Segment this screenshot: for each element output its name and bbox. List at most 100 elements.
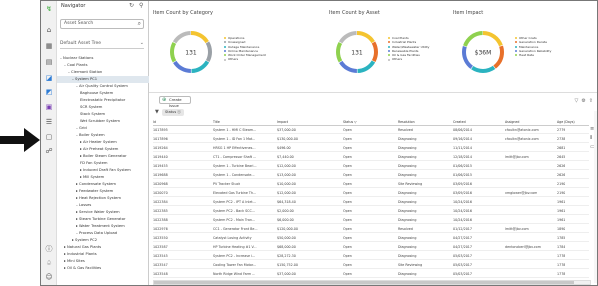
tree-item[interactable]: Wet Scrubber System xyxy=(57,118,149,125)
tree-item[interactable]: ▸ Mill System xyxy=(57,174,149,181)
category-donut-chart[interactable]: 131 xyxy=(167,28,215,76)
pin-icon[interactable]: ⚲ xyxy=(139,2,143,9)
column-header[interactable]: Assigned xyxy=(505,118,519,126)
tree-item[interactable]: ▸ Air Preheat System xyxy=(57,146,149,153)
tree-item[interactable]: ▸ Heat Rejection System xyxy=(57,195,149,202)
table-cell: HRSG 1 HP Effectivenes... xyxy=(213,146,256,150)
tree-item[interactable]: – Losses xyxy=(57,202,149,209)
column-header[interactable]: Resolution xyxy=(398,118,415,126)
info-icon[interactable]: ⓘ xyxy=(44,244,54,254)
tree-item[interactable]: ▸ Feedwater System xyxy=(57,188,149,195)
notification-icon[interactable]: ♤ xyxy=(44,258,54,268)
dashboard-icon[interactable]: ▤ xyxy=(44,57,54,67)
create-issue-button[interactable]: ⊕ Create Issue xyxy=(159,96,191,108)
tree-item[interactable]: ▸ Induced Draft Fan System xyxy=(57,167,149,174)
settings-icon[interactable]: ⚙ xyxy=(581,98,588,104)
tree-item[interactable]: ▸ Water Treatment System xyxy=(57,223,149,230)
table-row[interactable]: 1019440 CT1 - Compressor Shaft ... $7,440.… xyxy=(153,154,589,161)
home-icon[interactable]: ⌂ xyxy=(44,25,54,35)
tree-item[interactable]: – Grid xyxy=(57,125,149,132)
map-icon[interactable]: ◪ xyxy=(44,73,54,83)
asset-donut-chart[interactable]: 131 xyxy=(333,28,381,76)
column-header[interactable]: Status ▽ xyxy=(343,118,357,126)
tree-item[interactable]: – Air Quality Control System xyxy=(57,83,149,90)
user-icon[interactable]: ☺ xyxy=(44,272,54,282)
tree-item[interactable]: ▸ Air Heater System xyxy=(57,139,149,146)
analytics-icon[interactable]: ▣ xyxy=(44,102,54,112)
tree-item[interactable]: – Process Data Upload xyxy=(57,230,149,237)
table-row[interactable]: 1020968 PV Tracker Stuck $10,000.00 Open Sit… xyxy=(153,181,589,188)
tree-item[interactable]: ▸ Condensate System xyxy=(57,181,149,188)
impact-donut-chart[interactable]: $36M xyxy=(459,28,507,76)
tree-item[interactable]: ▸ Mini Sites xyxy=(57,258,149,265)
left-rail: ↯ ⌂ ▦ ▤ ◪ ◩ ▣ ☰ ▢ ☍ ⓘ ♤ ☺ xyxy=(41,1,57,285)
tree-item[interactable]: ▸ Service Water System xyxy=(57,209,149,216)
grid-icon[interactable]: ▦ xyxy=(44,41,54,51)
tree-item[interactable]: – System PC1 xyxy=(57,76,149,83)
status-filter-chip[interactable]: Status ⓧ xyxy=(162,109,184,116)
column-header[interactable]: Impact xyxy=(277,118,288,126)
table-row[interactable]: 1019688 System 1 - Condensate... $13,000.0… xyxy=(153,172,589,179)
tree-item[interactable]: SCR System xyxy=(57,104,149,111)
table-cell: 10/24/2016 xyxy=(453,209,473,213)
filter-icon[interactable]: ▼ xyxy=(155,109,159,115)
search-icon[interactable]: ⌕ xyxy=(138,20,141,28)
tree-item[interactable]: FD Fan System xyxy=(57,160,149,167)
legend-item[interactable]: Heat Rate xyxy=(515,53,585,57)
share-icon[interactable]: ⇪ xyxy=(589,98,596,104)
table-row[interactable]: 1022976 CC1 - Generator Front Be... $120,0… xyxy=(153,226,589,233)
table-row[interactable]: 1023587 HP Turbine Heating #1 V... $68,000… xyxy=(153,244,589,251)
table-cell: 1022976 xyxy=(153,227,168,231)
tree-item[interactable]: ▸ Natural Gas Plants xyxy=(57,244,149,251)
column-header[interactable]: Id xyxy=(153,118,156,126)
column-header[interactable]: Created xyxy=(453,118,466,126)
tree-item[interactable]: – Coal Plants xyxy=(57,62,149,69)
table-cell: System 1 - HMI C Steam... xyxy=(213,128,257,132)
columns-icon[interactable]: ⫴ xyxy=(590,135,592,141)
table-row[interactable]: 1017896 System 1 - ID Fan 1 Mot... $130,00… xyxy=(153,136,589,143)
tree-item[interactable]: Electrostatic Precipitator xyxy=(57,97,149,104)
chart-icon[interactable]: ◩ xyxy=(44,87,54,97)
table-row[interactable]: 1020070 Elevated Gas Turbine Th... $12,000… xyxy=(153,190,589,197)
table-row[interactable]: 1022384 System PC2 - IPT A Inlet... $64,31… xyxy=(153,199,589,206)
vertical-scrollbar[interactable] xyxy=(594,111,597,283)
tree-item[interactable]: – Boiler System xyxy=(57,132,149,139)
tree-item[interactable]: Stack System xyxy=(57,111,149,118)
tree-item[interactable]: ▸ Steam Turbine Generator xyxy=(57,216,149,223)
asset-tree-select[interactable]: Default Asset Tree ⌄ xyxy=(60,40,144,49)
column-header[interactable]: Title xyxy=(213,118,220,126)
tree-item[interactable]: – Clermont Station xyxy=(57,69,149,76)
asset-search-input[interactable]: Asset Search ⌕ xyxy=(60,19,144,29)
issues-icon[interactable]: ▢ xyxy=(44,132,54,142)
table-row[interactable]: 1017895 System 1 - HMI C Steam... $37,000.… xyxy=(153,127,589,134)
legend-item[interactable]: Others xyxy=(388,57,458,61)
tree-item[interactable]: ▸ Boiler Steam Generator xyxy=(57,153,149,160)
legend-item[interactable]: Others xyxy=(224,57,294,61)
table-row[interactable]: 1019455 System 1 - Turbine Beari... $12,00… xyxy=(153,163,589,170)
list-icon[interactable]: ☰ xyxy=(44,117,54,127)
table-row[interactable]: 1023545 System PC2 - Increase i... $28,272… xyxy=(153,253,589,260)
column-header[interactable]: Age (Days) xyxy=(557,118,575,126)
table-cell: $12,000.00 xyxy=(277,164,296,168)
scrollbar-thumb[interactable] xyxy=(154,281,574,284)
table-row[interactable]: 1023548 North Ridge Wind Farm ... $37,000.… xyxy=(153,271,589,278)
table-cell: Open xyxy=(343,137,352,141)
table-row[interactable]: 1022385 System PC2 - Back SCC... $2,000.00… xyxy=(153,208,589,215)
refresh-icon[interactable]: ↻ xyxy=(129,2,134,9)
table-row[interactable]: 1023550 Catalyst Losing Activity $50,000.0… xyxy=(153,235,589,242)
table-cell: $496.00 xyxy=(277,146,291,150)
tree-item[interactable]: – Nuclear Stations xyxy=(57,55,149,62)
table-row[interactable]: 1019264 HRSG 1 HP Effectivenes... $496.00 O… xyxy=(153,145,589,152)
tree-item[interactable]: ▸ Oil & Gas Facilities xyxy=(57,265,149,272)
table-row[interactable]: 1022388 System PC2 - Main Tran... $6,000.0… xyxy=(153,217,589,224)
tree-item[interactable]: ▸ System PC2 xyxy=(57,237,149,244)
legend-dot-icon xyxy=(224,45,226,48)
table-cell: 1019688 xyxy=(153,173,168,177)
tree-item[interactable]: Baghouse System xyxy=(57,90,149,97)
table-row[interactable]: 1023547 Cooling Tower Fan Motor... $150,75… xyxy=(153,262,589,269)
table-cell: 04/27/2017 xyxy=(453,236,473,240)
table-cell: Resolved xyxy=(398,128,413,132)
horizontal-scrollbar[interactable] xyxy=(153,280,591,285)
users-icon[interactable]: ☍ xyxy=(44,146,54,156)
tree-item[interactable]: ▸ Industrial Plants xyxy=(57,251,149,258)
